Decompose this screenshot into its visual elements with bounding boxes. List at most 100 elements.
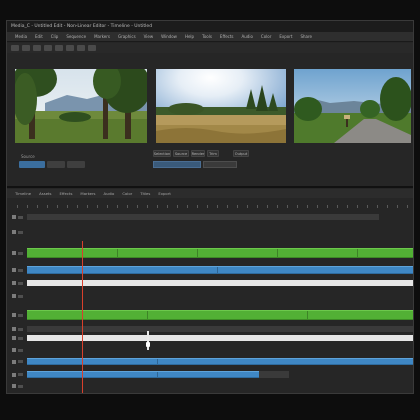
track-lock-icon[interactable] [12,215,16,219]
in-out-range[interactable] [153,161,201,168]
track-lock-icon[interactable] [12,348,16,352]
menu-item-sequence[interactable]: Sequence [62,34,90,39]
marker-handle[interactable] [146,342,150,347]
track-visibility-icon[interactable] [18,313,23,317]
panel-divider[interactable] [7,186,413,188]
track-visibility-icon[interactable] [18,281,23,285]
zoom-range[interactable] [203,161,237,168]
track-lock-icon[interactable] [12,313,16,317]
zoom-tool-icon[interactable] [44,45,52,51]
hand-tool-icon[interactable] [33,45,41,51]
trim-button[interactable]: Trim [207,150,219,157]
menu-item-export[interactable]: Export [275,34,296,39]
ruler-tick [47,205,48,208]
ruler-tick [27,205,28,208]
razor-tool-icon[interactable] [22,45,30,51]
ruler-tick [87,205,88,208]
track-lock-icon[interactable] [12,268,16,272]
tab-timeline[interactable]: Timeline [11,191,35,196]
track-lock-icon[interactable] [12,294,16,298]
track-visibility-icon[interactable] [18,294,23,298]
track-lock-icon[interactable] [12,251,16,255]
render-button[interactable]: Render [191,150,205,157]
track-lock-icon[interactable] [12,372,16,377]
ruler-tick [407,205,408,208]
track-visibility-icon[interactable] [18,373,23,376]
menu-item-media[interactable]: Media [11,34,31,39]
editor-window: Media_C - Untitled Edit - Non-Linear Edi… [6,20,414,394]
timeline-track [7,294,413,298]
thumbnail-country-road[interactable] [294,69,411,143]
clip-cut [307,311,308,319]
selection-button[interactable]: Selection [153,150,171,157]
tab-color[interactable]: Color [118,191,136,196]
tab-effects[interactable]: Effects [56,191,77,196]
track-visibility-icon[interactable] [18,336,23,340]
track-lock-icon[interactable] [12,384,16,388]
track-visibility-icon[interactable] [18,251,23,255]
menu-item-tools[interactable]: Tools [198,34,216,39]
in-marker[interactable] [147,331,149,350]
output-button[interactable]: Output [233,150,249,157]
ruler-tick [17,205,18,208]
audio-clip[interactable] [27,358,413,365]
timeline-track [7,371,413,378]
track-clip[interactable] [27,214,379,220]
menu-item-graphics[interactable]: Graphics [114,34,140,39]
playhead[interactable] [82,241,83,393]
time-ruler[interactable] [17,201,413,209]
pen-tool-icon[interactable] [66,45,74,51]
track-visibility-icon[interactable] [18,384,23,388]
track-visibility-icon[interactable] [18,360,23,363]
track-clip[interactable] [27,280,413,286]
timecode-field[interactable] [19,161,45,168]
track-clip[interactable] [259,371,289,378]
source-button[interactable]: Source [173,150,189,157]
snap-tool-icon[interactable] [77,45,85,51]
track-clip[interactable] [27,326,413,332]
track-visibility-icon[interactable] [18,230,23,234]
tab-titles[interactable]: Titles [136,191,154,196]
menu-item-effects[interactable]: Effects [216,34,238,39]
link-tool-icon[interactable] [88,45,96,51]
thumbnail-dry-field[interactable] [156,69,286,143]
menu-item-share[interactable]: Share [296,34,316,39]
track-lock-icon[interactable] [12,230,16,234]
track-visibility-icon[interactable] [18,268,23,272]
track-lock-icon[interactable] [12,359,16,364]
menu-item-view[interactable]: View [140,34,158,39]
tab-assets[interactable]: Assets [35,191,55,196]
thumbnail-forest-meadow[interactable] [15,69,147,143]
ruler-tick [97,205,98,208]
text-tool-icon[interactable] [55,45,63,51]
track-visibility-icon[interactable] [18,348,23,352]
tab-markers[interactable]: Markers [76,191,99,196]
track-visibility-icon[interactable] [18,327,23,331]
forest-meadow-image [15,69,147,143]
track-lock-icon[interactable] [12,327,16,331]
select-tool-icon[interactable] [11,45,19,51]
audio-clip[interactable] [27,266,413,274]
timeline-track [7,248,413,258]
menu-item-color[interactable]: Color [257,34,275,39]
video-clip[interactable] [27,248,413,258]
menu-item-edit[interactable]: Edit [31,34,47,39]
ruler-tick [287,205,288,208]
ruler-tick [57,205,58,208]
track-clip[interactable] [27,335,413,341]
menu-item-clip[interactable]: Clip [47,34,63,39]
track-lock-icon[interactable] [12,281,16,285]
track-visibility-icon[interactable] [18,215,23,219]
tab-export[interactable]: Export [154,191,174,196]
menu-item-help[interactable]: Help [181,34,198,39]
duration-field[interactable] [47,161,65,168]
frame-field[interactable] [67,161,85,168]
menu-item-markers[interactable]: Markers [90,34,114,39]
track-lock-icon[interactable] [12,336,16,340]
tab-audio[interactable]: Audio [100,191,119,196]
menu-item-audio[interactable]: Audio [238,34,257,39]
video-clip[interactable] [27,310,413,320]
ruler-tick [127,205,128,208]
menu-item-window[interactable]: Window [157,34,181,39]
audio-clip[interactable] [27,371,259,378]
